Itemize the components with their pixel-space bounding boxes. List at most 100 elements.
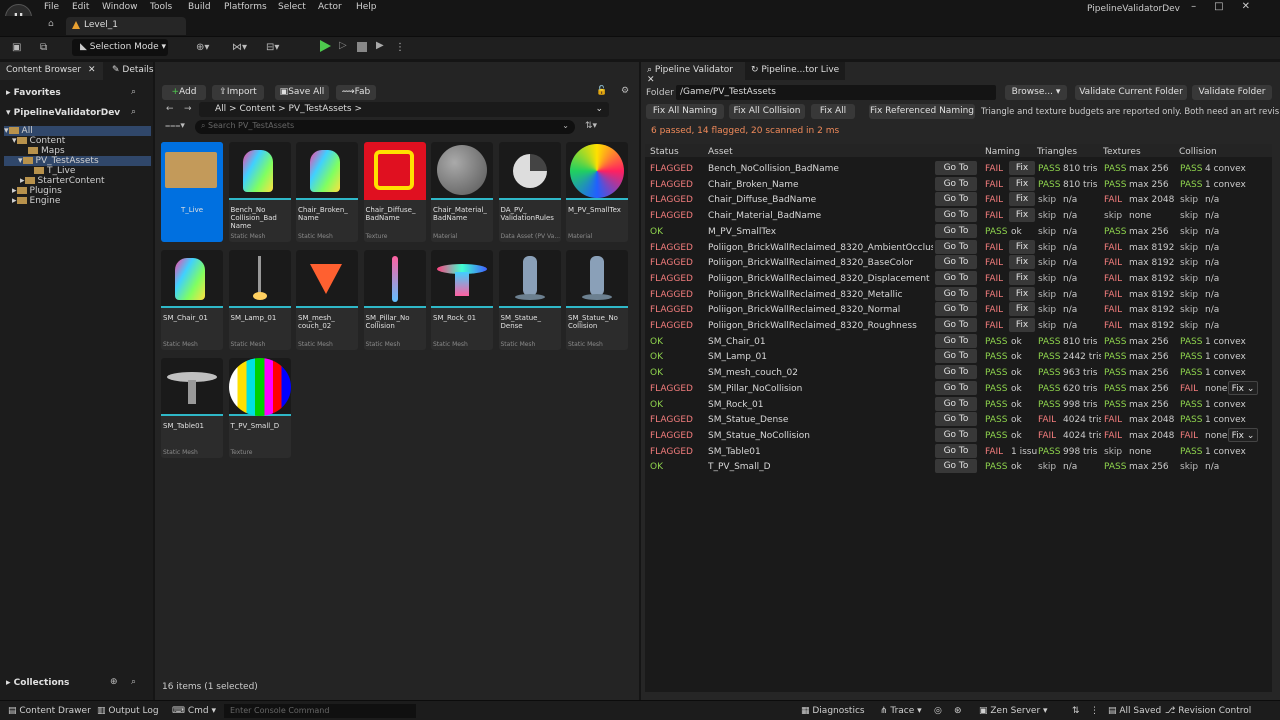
col-textures[interactable]: Textures — [1103, 147, 1141, 157]
table-row[interactable]: FLAGGED Poliigon_BrickWallReclaimed_8320_… — [645, 255, 1272, 270]
validate-folder-button[interactable]: Validate Folder — [1192, 85, 1272, 100]
blueprint-icon[interactable]: ⋈▾ — [232, 42, 247, 53]
go-to-button[interactable]: Go To — [935, 286, 977, 301]
table-row[interactable]: FLAGGED Chair_Broken_Name Go To FAIL Fix PASS… — [645, 176, 1272, 192]
naming-fix-button[interactable]: Fix — [1009, 176, 1035, 191]
table-row[interactable]: OK M_PV_SmallTex Go To PASS ok skip n/a PASS max… — [645, 223, 1272, 239]
asset-tile[interactable]: Chair_Diffuse_ BadName Texture — [363, 142, 426, 242]
go-to-button[interactable]: Go To — [935, 255, 977, 270]
asset-tile[interactable]: SM_Statue_ Dense Static Mesh — [498, 250, 561, 350]
table-row[interactable]: FLAGGED Poliigon_BrickWallReclaimed_8320_… — [645, 286, 1272, 302]
cloud-icon[interactable]: ⋮ — [1090, 706, 1099, 716]
col-naming[interactable]: Naming — [985, 147, 1020, 157]
source-control-icon[interactable]: ⧉ — [40, 42, 47, 53]
go-to-button[interactable]: Go To — [935, 208, 977, 223]
table-row[interactable]: OK T_PV_Small_D Go To PASS ok skip n/a PASS max … — [645, 459, 1272, 474]
naming-fix-button[interactable]: Fix — [1009, 286, 1035, 301]
asset-tile[interactable]: SM_Pillar_No Collision Static Mesh — [363, 250, 426, 350]
go-to-button[interactable]: Go To — [935, 302, 977, 317]
add-collection-icon[interactable]: ⊕ — [110, 677, 118, 687]
record-icon[interactable]: ◎ — [934, 706, 942, 716]
screenshot-icon[interactable]: ⊛ — [954, 706, 962, 716]
table-row[interactable]: FLAGGED SM_Statue_NoCollision Go To PASS ok F… — [645, 427, 1272, 443]
naming-fix-button[interactable]: Fix — [1009, 208, 1035, 223]
tab-pipeline-validator[interactable]: ⌕ Pipeline Validator ✕ — [641, 62, 741, 85]
trace-dropdown[interactable]: ⋔ Trace ▾ — [880, 706, 922, 716]
go-to-button[interactable]: Go To — [935, 380, 977, 395]
asset-tile[interactable]: DA_PV_ ValidationRules Data Asset (PV Va.… — [498, 142, 561, 242]
tree-item-engine[interactable]: ▸ Engine — [12, 196, 60, 206]
breadcrumb-content[interactable]: Content — [239, 104, 275, 114]
table-row[interactable]: OK SM_Lamp_01 Go To PASS ok PASS 2442 tris PASS… — [645, 349, 1272, 364]
back-icon[interactable]: ← — [166, 104, 174, 114]
play-icon[interactable] — [320, 40, 331, 52]
naming-fix-button[interactable]: Fix — [1009, 302, 1035, 317]
go-to-button[interactable]: Go To — [935, 333, 977, 348]
col-status[interactable]: Status — [650, 147, 679, 157]
asset-tile[interactable]: SM_Lamp_01 Static Mesh — [228, 250, 291, 350]
close-icon[interactable]: ✕ — [88, 65, 96, 75]
import-button[interactable]: ⇪Import — [212, 85, 264, 100]
table-row[interactable]: OK SM_Chair_01 Go To PASS ok PASS 810 tris PASS… — [645, 333, 1272, 349]
chevron-down-icon[interactable]: ⌄ — [562, 121, 569, 130]
project-header[interactable]: ▾ PipelineValidatorDev — [6, 108, 120, 118]
add-button[interactable]: +Add — [162, 85, 206, 100]
table-row[interactable]: FLAGGED SM_Statue_Dense Go To PASS ok FAIL 402… — [645, 412, 1272, 427]
go-to-button[interactable]: Go To — [935, 318, 977, 332]
asset-tile[interactable]: Chair_Broken_ Name Static Mesh — [296, 142, 358, 242]
col-collision[interactable]: Collision — [1179, 147, 1217, 157]
naming-fix-button[interactable]: Fix — [1009, 192, 1035, 207]
asset-tile[interactable]: SM_Rock_01 Static Mesh — [431, 250, 493, 350]
content-drawer-button[interactable]: ▤ Content Drawer — [8, 706, 91, 716]
revision-control-button[interactable]: ⎇ Revision Control — [1165, 706, 1251, 716]
go-to-button[interactable]: Go To — [935, 223, 977, 238]
derived-data-icon[interactable]: ⇅ — [1072, 706, 1080, 716]
menu-item-actor[interactable]: Actor — [318, 2, 342, 12]
go-to-button[interactable]: Go To — [935, 270, 977, 285]
tab-content-browser[interactable]: Content Browser ✕ — [0, 62, 103, 80]
fix-all-button[interactable]: Fix All — [811, 104, 855, 119]
collections-header[interactable]: ▸ Collections — [6, 678, 69, 688]
go-to-button[interactable]: Go To — [935, 443, 977, 458]
output-log-button[interactable]: ▥ Output Log — [97, 706, 159, 716]
naming-fix-button[interactable]: Fix — [1009, 161, 1035, 175]
tree-item-content[interactable]: ▾ Content — [12, 136, 65, 146]
naming-fix-button[interactable]: Fix — [1009, 255, 1035, 270]
menu-item-file[interactable]: File — [44, 2, 59, 12]
breadcrumb-pv-testassets[interactable]: PV_TestAssets — [289, 104, 352, 114]
menu-item-window[interactable]: Window — [102, 2, 138, 12]
col-asset[interactable]: Asset — [708, 147, 733, 157]
menu-item-tools[interactable]: Tools — [150, 2, 172, 12]
tree-item-maps[interactable]: Maps — [28, 146, 65, 156]
table-row[interactable]: OK SM_mesh_couch_02 Go To PASS ok PASS 963 tri… — [645, 365, 1272, 380]
go-to-button[interactable]: Go To — [935, 192, 977, 207]
breadcrumb-all[interactable]: All — [215, 104, 226, 114]
table-row[interactable]: FLAGGED Poliigon_BrickWallReclaimed_8320_… — [645, 302, 1272, 317]
chevron-down-icon[interactable]: ⌄ — [595, 104, 603, 114]
table-row[interactable]: FLAGGED Poliigon_BrickWallReclaimed_8320_… — [645, 318, 1272, 333]
level-tab[interactable]: Level_1 — [66, 17, 186, 35]
go-to-button[interactable]: Go To — [935, 427, 977, 442]
table-row[interactable]: FLAGGED Bench_NoCollision_BadName Go To FAI… — [645, 161, 1272, 176]
close-icon[interactable]: ✕ — [647, 75, 655, 85]
validate-current-button[interactable]: Validate Current Folder — [1075, 85, 1187, 100]
search-icon[interactable]: ⌕ — [131, 107, 136, 117]
tree-item-starter-content[interactable]: ▸ StarterContent — [20, 176, 105, 186]
asset-tile[interactable]: SM_Table01 Static Mesh — [161, 358, 223, 458]
go-to-button[interactable]: Go To — [935, 161, 977, 175]
menu-item-select[interactable]: Select — [278, 2, 306, 12]
sort-icon[interactable]: ⇅▾ — [585, 121, 597, 131]
menu-item-edit[interactable]: Edit — [72, 2, 89, 12]
collision-fix-dropdown[interactable]: Fix ⌄ — [1228, 380, 1258, 395]
table-row[interactable]: FLAGGED SM_Pillar_NoCollision Go To PASS ok P… — [645, 380, 1272, 396]
asset-tile[interactable]: Chair_Material_ BadName Material — [431, 142, 493, 242]
search-input[interactable]: ⌕ Search PV_TestAssets ⌄ — [195, 120, 575, 134]
asset-tile[interactable]: M_PV_SmallTex Material — [566, 142, 628, 242]
menu-item-help[interactable]: Help — [356, 2, 377, 12]
asset-tile[interactable]: T_Live — [161, 142, 223, 242]
col-triangles[interactable]: Triangles — [1037, 147, 1077, 157]
save-icon[interactable]: ▣ — [12, 42, 21, 53]
home-icon[interactable]: ⌂ — [48, 19, 54, 29]
naming-fix-button[interactable]: Fix — [1009, 270, 1035, 285]
table-row[interactable]: FLAGGED Chair_Diffuse_BadName Go To FAIL Fix… — [645, 192, 1272, 207]
